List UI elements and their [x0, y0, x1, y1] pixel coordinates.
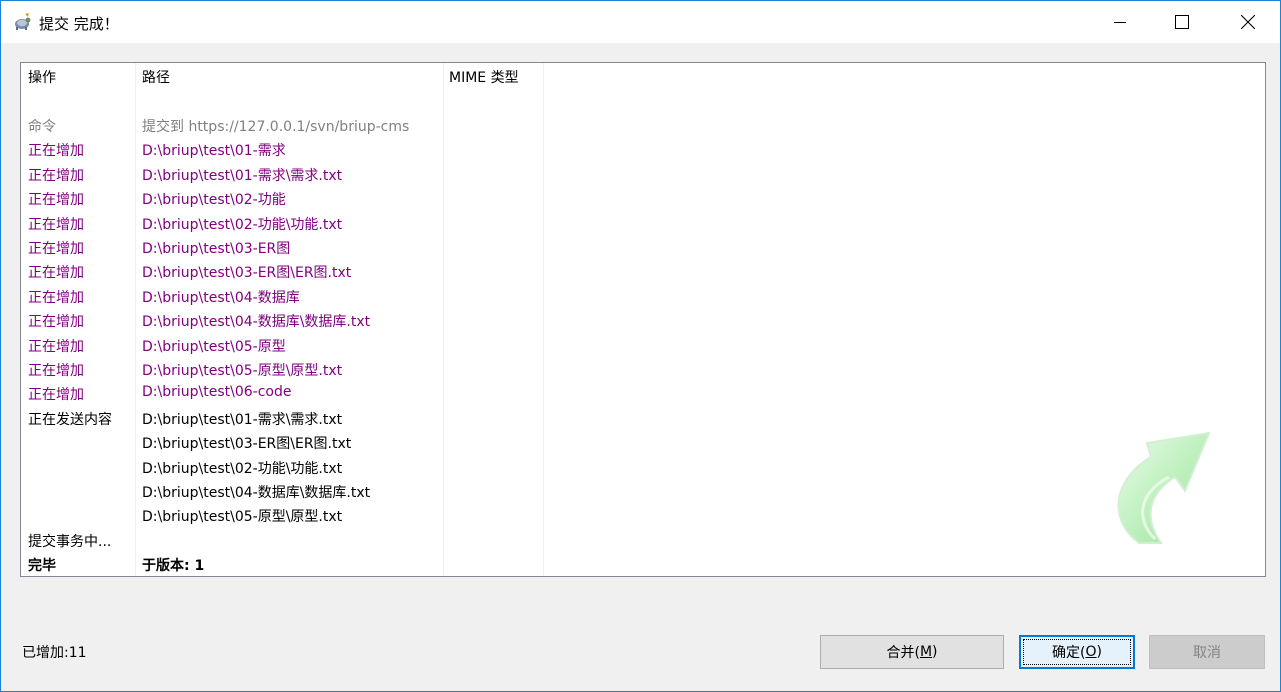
- row-action: 正在增加: [28, 289, 84, 306]
- ok-button[interactable]: 确定(O): [1019, 635, 1135, 669]
- list-row[interactable]: D:\briup\test\02-功能\功能.txt: [21, 456, 1265, 480]
- row-action: 正在增加: [28, 216, 84, 233]
- row-action: 完毕: [28, 558, 56, 575]
- commit-log-list[interactable]: 操作 路径 MIME 类型 命令 提交到 https://127.0.0.1/sv…: [20, 62, 1266, 577]
- row-path: D:\briup\test\04-数据库\数据库.txt: [142, 485, 371, 501]
- title-bar[interactable]: 提交 完成！: [1, 1, 1280, 43]
- row-action: 正在增加: [28, 363, 84, 379]
- row-path: D:\briup\test\03-ER图\ER图.txt: [142, 436, 352, 453]
- row-path: D:\briup\test\05-原型\原型.txt: [142, 509, 343, 526]
- list-row[interactable]: 正在增加 D:\briup\test\03-ER图: [21, 236, 1265, 260]
- maximize-icon: [1175, 15, 1189, 29]
- row-action: 正在增加: [28, 265, 84, 282]
- list-row[interactable]: D:\briup\test\04-数据库\数据库.txt: [21, 480, 1265, 504]
- list-row[interactable]: 正在增加 D:\briup\test\05-原型: [21, 334, 1265, 358]
- row-path: D:\briup\test\05-原型: [142, 338, 286, 355]
- tortoise-svn-icon: [12, 12, 32, 32]
- list-row[interactable]: 正在增加 D:\briup\test\03-ER图\ER图.txt: [21, 260, 1265, 284]
- list-row[interactable]: 正在增加 D:\briup\test\01-需求: [21, 138, 1265, 162]
- row-path: D:\briup\test\01-需求: [142, 143, 286, 160]
- close-button[interactable]: [1225, 1, 1271, 43]
- minimize-button[interactable]: [1097, 1, 1143, 43]
- commit-arrow-icon: [1117, 431, 1211, 544]
- cancel-button[interactable]: 取消: [1149, 635, 1265, 669]
- row-action: 命令: [28, 119, 56, 135]
- row-path: D:\briup\test\02-功能: [142, 192, 286, 209]
- row-action: 提交事务中...: [28, 533, 112, 550]
- list-row[interactable]: 正在增加 D:\briup\test\05-原型\原型.txt: [21, 358, 1265, 382]
- column-header-path[interactable]: 路径: [142, 67, 170, 87]
- list-row[interactable]: 正在增加 D:\briup\test\04-数据库\数据库.txt: [21, 309, 1265, 333]
- list-row[interactable]: 正在发送内容 D:\briup\test\01-需求\需求.txt: [21, 407, 1265, 431]
- row-path: D:\briup\test\05-原型\原型.txt: [142, 363, 343, 379]
- commit-dialog: 提交 完成！ 操作 路径 MIME 类型 命令 提交到 https://127.0…: [0, 0, 1281, 692]
- list-row[interactable]: 正在增加 D:\briup\test\01-需求\需求.txt: [21, 163, 1265, 187]
- added-count-status: 已增加:11: [22, 645, 87, 661]
- row-path: D:\briup\test\02-功能\功能.txt: [142, 460, 343, 477]
- maximize-button[interactable]: [1159, 1, 1205, 43]
- row-path: D:\briup\test\02-功能\功能.txt: [142, 216, 343, 233]
- list-row[interactable]: 正在增加 D:\briup\test\06-code: [21, 382, 1265, 406]
- row-path: D:\briup\test\04-数据库\数据库.txt: [142, 314, 371, 331]
- list-row[interactable]: 正在增加 D:\briup\test\02-功能\功能.txt: [21, 212, 1265, 236]
- list-row[interactable]: 正在增加 D:\briup\test\04-数据库: [21, 285, 1265, 309]
- row-path: D:\briup\test\06-code: [142, 384, 292, 401]
- row-action: 正在增加: [28, 192, 84, 209]
- row-path: 于版本: 1: [142, 558, 205, 575]
- row-action: 正在增加: [28, 167, 84, 184]
- merge-button-mnemonic: M: [919, 644, 933, 660]
- window-title: 提交 完成！: [39, 15, 119, 33]
- merge-button[interactable]: 合并(M): [820, 635, 1004, 669]
- row-action: 正在增加: [28, 387, 84, 404]
- list-row[interactable]: D:\briup\test\03-ER图\ER图.txt: [21, 431, 1265, 455]
- minimize-icon: [1114, 22, 1126, 23]
- row-action: 正在发送内容: [28, 411, 112, 428]
- cancel-button-label: 取消: [1193, 645, 1221, 661]
- merge-button-label: 合并(: [886, 645, 920, 661]
- focus-rectangle: [1023, 639, 1131, 665]
- row-path: D:\briup\test\01-需求\需求.txt: [142, 167, 343, 184]
- row-path: D:\briup\test\03-ER图\ER图.txt: [142, 265, 352, 282]
- list-row[interactable]: 完毕 于版本: 1: [21, 553, 1265, 576]
- merge-button-suffix: ): [932, 644, 938, 660]
- row-action: 正在增加: [28, 143, 84, 160]
- column-header-action[interactable]: 操作: [28, 67, 56, 87]
- row-path: D:\briup\test\01-需求\需求.txt: [142, 411, 343, 428]
- row-path: D:\briup\test\04-数据库: [142, 289, 300, 306]
- row-action: 正在增加: [28, 338, 84, 355]
- row-path: 提交到 https://127.0.0.1/svn/briup-cms: [142, 119, 410, 135]
- list-row[interactable]: D:\briup\test\05-原型\原型.txt: [21, 504, 1265, 528]
- list-row[interactable]: 正在增加 D:\briup\test\02-功能: [21, 187, 1265, 211]
- row-action: 正在增加: [28, 241, 84, 257]
- column-header-mime[interactable]: MIME 类型: [449, 67, 519, 87]
- row-path: D:\briup\test\03-ER图: [142, 241, 291, 257]
- close-icon: [1241, 15, 1255, 29]
- row-action: 正在增加: [28, 314, 84, 331]
- list-row[interactable]: 提交事务中...: [21, 529, 1265, 553]
- list-row[interactable]: 命令 提交到 https://127.0.0.1/svn/briup-cms: [21, 114, 1265, 138]
